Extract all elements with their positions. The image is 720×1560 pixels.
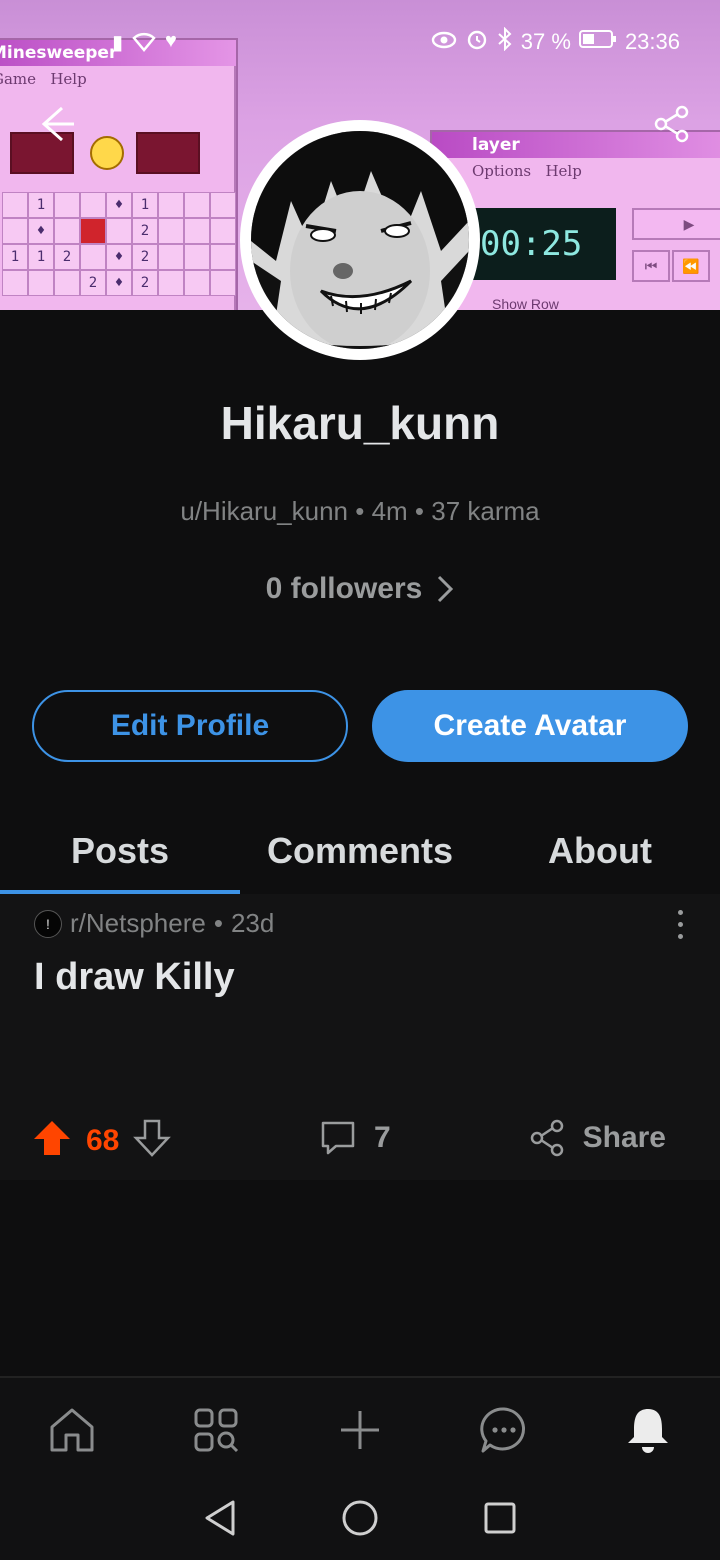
edit-profile-label: Edit Profile: [110, 709, 270, 742]
tab-posts-label: Posts: [70, 830, 170, 871]
profile-display-name: Hikaru_kunn: [220, 397, 500, 449]
post-title[interactable]: I draw Killy: [34, 956, 235, 999]
menu-game: Game: [0, 70, 37, 88]
nav-communities[interactable]: [180, 1394, 252, 1466]
nav-chat[interactable]: [468, 1394, 540, 1466]
minesweeper-menu: Game Help: [0, 66, 236, 92]
home-icon: [50, 1408, 94, 1452]
timer-counter: [136, 132, 200, 174]
recents-icon: [484, 1502, 516, 1533]
status-bar: 37 % 23:36: [431, 24, 680, 60]
create-icon: [341, 1411, 379, 1449]
chevron-right-icon: [438, 575, 454, 603]
comments-button[interactable]: 7: [318, 1118, 391, 1158]
nav-home[interactable]: [36, 1394, 108, 1466]
clock: 23:36: [624, 29, 680, 54]
tab-about[interactable]: About: [480, 812, 720, 894]
back-arrow-icon: [41, 106, 74, 142]
share-label: Share: [582, 1121, 666, 1154]
profile-meta: u/Hikaru_kunn • 4m • 37 karma: [180, 496, 540, 526]
bottom-nav: [0, 1376, 720, 1482]
nav-create[interactable]: [324, 1394, 396, 1466]
tab-posts[interactable]: Posts: [0, 812, 240, 894]
post-actions: 68 7 Share: [0, 1118, 720, 1164]
avatar: [251, 131, 469, 349]
back-button[interactable]: [30, 100, 78, 148]
comment-count: 7: [374, 1121, 391, 1154]
smiley-face-icon: [90, 136, 124, 170]
alarm-icon: [465, 27, 489, 57]
vote-controls: 68: [32, 1118, 172, 1163]
nav-notifications[interactable]: [612, 1394, 684, 1466]
mine-grid: 1 ♦ 1 ♦ 2 1 1 2 ♦ 2 2 ♦ 2: [2, 192, 236, 296]
status-left-icons: ▮ ♥: [112, 30, 177, 58]
avatar-image: [251, 131, 469, 349]
post-header: ! r/Netsphere • 23d: [34, 908, 274, 939]
play-icon: ▶: [632, 208, 720, 240]
menu-help-2: Help: [545, 162, 582, 180]
player-time-display: 00:25: [472, 208, 616, 280]
share-icon: [530, 1119, 563, 1157]
media-player-menu: Options Help: [432, 158, 720, 184]
tab-comments-label: Comments: [266, 830, 454, 871]
create-avatar-button[interactable]: Create Avatar: [372, 690, 688, 762]
post-subreddit[interactable]: r/Netsphere: [70, 908, 206, 939]
post-options-icon[interactable]: [668, 906, 692, 942]
followers-count: 0 followers: [265, 572, 423, 605]
post-age: 23d: [230, 908, 275, 938]
downvote-icon[interactable]: [133, 1118, 172, 1163]
player-footer-text: Show Row: [492, 296, 559, 310]
menu-options: Options: [472, 162, 532, 180]
post-card[interactable]: ! r/Netsphere • 23d I draw Killy 68 7 Sh…: [0, 894, 720, 1180]
battery-percent: 37 %: [520, 29, 571, 54]
notifications-icon: [628, 1409, 668, 1453]
home-circle-icon: [342, 1500, 378, 1535]
menu-help: Help: [50, 70, 87, 88]
avatar-frame[interactable]: [240, 120, 480, 360]
subreddit-icon: !: [34, 909, 62, 938]
media-player-title-text: layer: [472, 135, 520, 155]
minesweeper-window: Minesweeper Game Help 1♦1 ♦2 112♦2 2♦2: [0, 38, 238, 310]
system-home-button[interactable]: [341, 1499, 379, 1542]
share-button[interactable]: Share: [529, 1118, 666, 1158]
chat-icon: [480, 1407, 525, 1453]
system-back-button[interactable]: [203, 1499, 237, 1542]
rewind-icon: ⏪: [672, 250, 710, 282]
heart-icon: ♥: [165, 30, 177, 52]
system-nav-bar: [0, 1480, 720, 1560]
edit-profile-button[interactable]: Edit Profile: [32, 690, 348, 762]
tab-about-label: About: [548, 830, 652, 871]
share-profile-button[interactable]: [648, 100, 696, 148]
create-avatar-label: Create Avatar: [433, 709, 627, 742]
player-time: 00:25: [480, 224, 583, 264]
share-icon: [654, 105, 689, 143]
vote-count: 68: [86, 1123, 120, 1157]
player-footer: Show Row: [492, 296, 559, 310]
system-recents-button[interactable]: [483, 1501, 517, 1540]
eye-icon: [431, 29, 457, 55]
communities-icon: [194, 1408, 239, 1453]
signal-icon: ▮: [112, 32, 124, 54]
followers-link[interactable]: 0 followers: [0, 572, 720, 606]
profile-tabs: Posts Comments About: [0, 812, 720, 894]
back-icon: [205, 1500, 235, 1535]
bluetooth-icon: [497, 26, 513, 57]
upvote-icon[interactable]: [32, 1118, 72, 1163]
wifi-icon: [131, 30, 157, 58]
skip-back-icon: ⏮: [632, 250, 670, 282]
tab-comments[interactable]: Comments: [240, 812, 480, 894]
meta-separator: •: [213, 908, 223, 938]
battery-icon: [578, 29, 617, 55]
comment-icon: [321, 1121, 355, 1155]
minesweeper-title-text: Minesweeper: [0, 43, 118, 63]
